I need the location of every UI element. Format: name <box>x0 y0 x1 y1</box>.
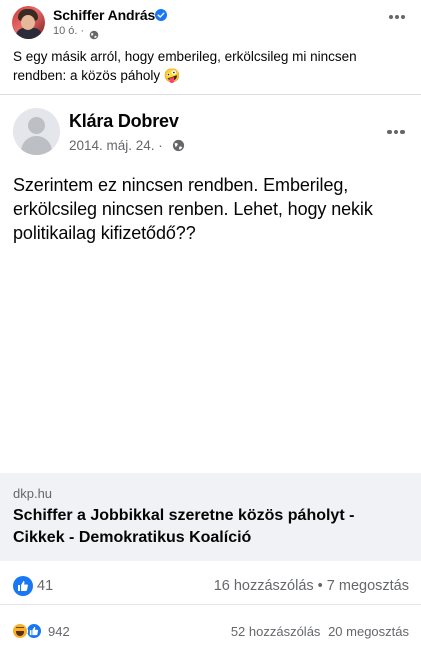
shares-count[interactable]: 20 megosztás <box>328 624 409 639</box>
more-options-icon[interactable] <box>387 10 407 30</box>
link-preview[interactable]: dkp.hu Schiffer a Jobbikkal szeretne köz… <box>0 473 421 561</box>
verified-icon <box>155 9 167 21</box>
shared-post-card[interactable]: Klára Dobrev 2014. máj. 24. · Szerintem … <box>0 94 421 561</box>
comments-count[interactable]: 52 hozzászólás <box>231 624 321 639</box>
like-icon[interactable] <box>26 623 42 639</box>
divider <box>0 604 421 605</box>
shared-post-header: Klára Dobrev 2014. máj. 24. · <box>0 95 421 163</box>
shared-reactions-bar: 41 16 hozzászólás • 7 megosztás <box>0 566 421 606</box>
like-icon[interactable] <box>13 576 33 596</box>
haha-icon[interactable] <box>12 623 28 639</box>
shared-post-date[interactable]: 2014. máj. 24. · <box>69 138 163 153</box>
shared-author-name[interactable]: Klára Dobrev <box>69 111 179 132</box>
comments-shares-count: 52 hozzászólás 20 megosztás <box>231 624 409 639</box>
globe-icon <box>172 139 185 152</box>
shared-post-text: Szerintem ez nincsen rendben. Emberileg,… <box>13 175 373 243</box>
globe-icon <box>89 27 99 40</box>
avatar[interactable] <box>12 6 45 39</box>
link-title[interactable]: Schiffer a Jobbikkal szeretne közös páho… <box>13 505 408 549</box>
author-name[interactable]: Schiffer András <box>53 7 155 23</box>
comments-shares-count[interactable]: 16 hozzászólás • 7 megosztás <box>214 578 409 594</box>
post-header: Schiffer András 10 ó. · <box>0 0 421 44</box>
link-domain: dkp.hu <box>13 486 53 501</box>
reaction-count[interactable]: 41 <box>37 578 53 594</box>
shared-author-avatar[interactable] <box>13 108 60 155</box>
post-reactions-bar: 942 52 hozzászólás 20 megosztás <box>0 614 421 646</box>
post-text: S egy másik arról, hogy emberileg, erköl… <box>13 49 357 83</box>
reaction-count[interactable]: 942 <box>48 624 70 639</box>
post-time[interactable]: 10 ó. · <box>53 25 84 37</box>
more-options-icon[interactable] <box>385 123 407 143</box>
